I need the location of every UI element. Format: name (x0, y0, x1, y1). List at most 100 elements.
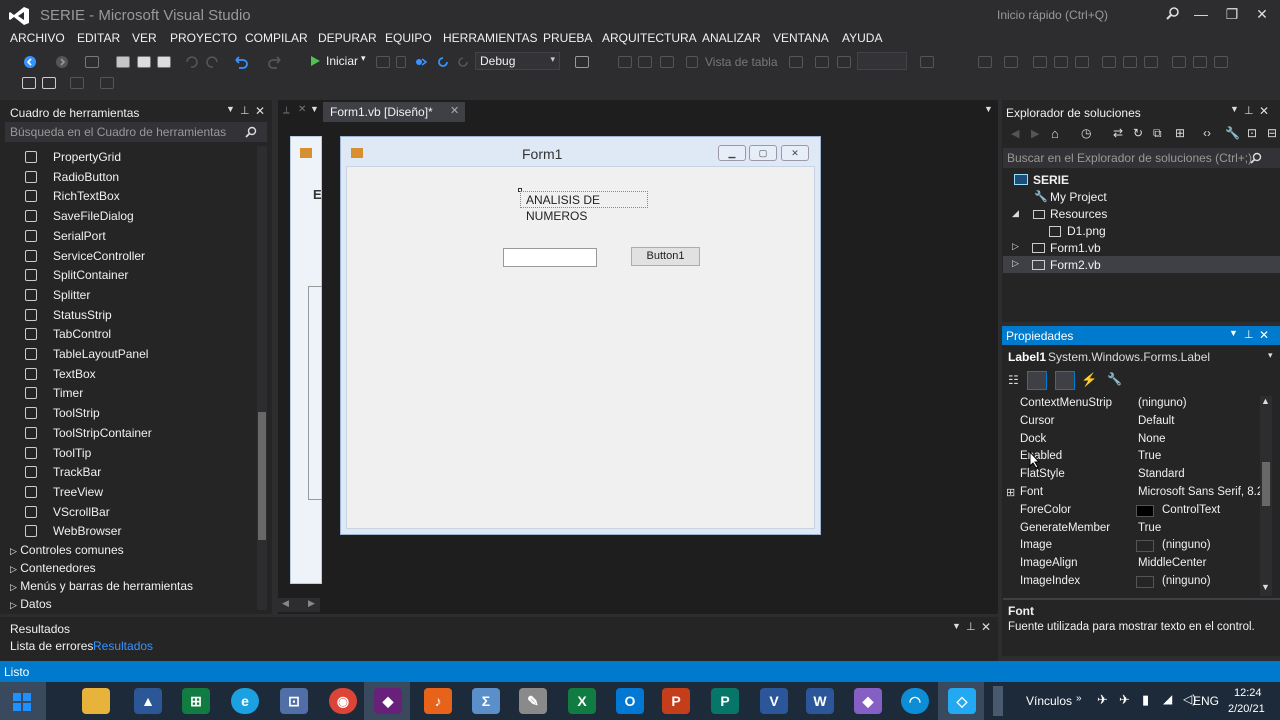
output-close-icon[interactable]: ✕ (981, 620, 991, 634)
new-project-icon[interactable] (85, 56, 99, 68)
group-controles-comunes[interactable]: ▷ Controles comunes (10, 543, 124, 557)
search-icon[interactable] (1166, 6, 1180, 20)
align-middle-icon[interactable] (1123, 56, 1137, 68)
format-icon-4[interactable] (789, 56, 803, 68)
output-menu-icon[interactable]: ▼ (952, 621, 961, 631)
file-explorer-icon[interactable] (82, 688, 110, 714)
prop-value[interactable]: Microsoft Sans Serif, 8.25 (1138, 486, 1270, 498)
se-item-form1[interactable]: Form1.vb (1050, 241, 1101, 255)
toolbox-item-treeview[interactable]: TreeView (22, 483, 258, 502)
prop-value[interactable]: Standard (1138, 468, 1185, 480)
toolbox-item-splitter[interactable]: Splitter (22, 286, 258, 305)
categorized-icon[interactable]: ☷ (1008, 373, 1019, 387)
prop-row-flatstyle[interactable]: FlatStyle Standard (1003, 466, 1261, 484)
prop-row-dock[interactable]: Dock None (1003, 431, 1261, 449)
menu-compilar[interactable]: COMPILAR (245, 31, 308, 45)
prop-row-forecolor[interactable]: ForeColor ControlText (1003, 502, 1261, 520)
redo-icon[interactable] (267, 54, 283, 70)
pin-icon[interactable]: ⊥ (240, 104, 250, 117)
toolbox-search-icon[interactable] (245, 126, 257, 138)
menu-depurar[interactable]: DEPURAR (318, 31, 377, 45)
prop-row-image[interactable]: Image (ninguno) (1003, 537, 1261, 555)
app-icon[interactable]: ♪ (424, 688, 452, 714)
minimize-icon[interactable]: — (1191, 4, 1211, 24)
menu-arquitectura[interactable]: ARQUITECTURA (602, 31, 697, 45)
prop-row-enabled[interactable]: Enabled True (1003, 448, 1261, 466)
menu-ver[interactable]: VER (132, 31, 157, 45)
attach-icon[interactable] (575, 56, 589, 68)
tray-network-icon[interactable]: ▮ (1142, 692, 1149, 708)
properties-view-icon[interactable] (1055, 371, 1075, 390)
start-dropdown-icon[interactable]: ▾ (361, 53, 366, 64)
start-play-icon[interactable] (309, 55, 321, 67)
save-icon[interactable] (137, 56, 151, 68)
menu-analizar[interactable]: ANALIZAR (702, 31, 761, 45)
se-item-form2[interactable]: Form2.vb (1050, 258, 1101, 272)
prop-value[interactable]: (ninguno) (1162, 575, 1211, 587)
props-scrollbar-thumb[interactable] (1262, 462, 1270, 506)
se-item-my-project[interactable]: My Project (1050, 190, 1107, 204)
browser-link-icon[interactable] (414, 55, 428, 69)
props-menu-icon[interactable]: ▼ (1229, 328, 1238, 338)
font-size-combo[interactable] (857, 52, 907, 70)
align-bottom-icon[interactable] (1144, 56, 1158, 68)
restore-icon[interactable]: ❐ (1222, 4, 1242, 24)
toolbox-item-splitcontainer[interactable]: SplitContainer (22, 266, 258, 285)
button1-control[interactable]: Button1 (631, 247, 700, 266)
pause-icon[interactable] (376, 56, 390, 68)
stop-icon[interactable] (396, 56, 406, 68)
collapsed-arrow-icon[interactable]: ▷ (1012, 258, 1019, 269)
toolbox-item-richtextbox[interactable]: RichTextBox (22, 187, 258, 206)
collapse-all-icon[interactable]: ⧉ (1153, 126, 1162, 141)
format-icon-2[interactable] (638, 56, 652, 68)
events-icon[interactable]: ⚡ (1081, 372, 1097, 388)
prop-row-imagealign[interactable]: ImageAlign MiddleCenter (1003, 555, 1261, 573)
toolbox-item-serialport[interactable]: SerialPort (22, 227, 258, 246)
se-pin-icon[interactable]: ⊥ (1244, 104, 1254, 117)
group-menus[interactable]: ▷ Menús y barras de herramientas (10, 579, 193, 593)
clock-date[interactable]: 2/20/21 (1228, 703, 1265, 715)
size-both-icon[interactable] (1214, 56, 1228, 68)
collapsed-arrow-icon[interactable]: ▷ (1012, 241, 1019, 252)
menu-proyecto[interactable]: PROYECTO (170, 31, 237, 45)
prop-value[interactable]: Default (1138, 415, 1174, 427)
prop-row-cursor[interactable]: Cursor Default (1003, 413, 1261, 431)
alphabetical-icon[interactable] (1027, 371, 1047, 390)
size-height-icon[interactable] (1193, 56, 1207, 68)
forward-icon[interactable] (55, 55, 69, 69)
label1-control[interactable]: ANALISIS DE NUMEROS (520, 191, 648, 223)
se-close-icon[interactable]: ✕ (1259, 104, 1269, 118)
show-all-files-icon[interactable]: ⊞ (1175, 126, 1185, 140)
size-width-icon[interactable] (1172, 56, 1186, 68)
form-minimize-icon[interactable]: ▁ (718, 145, 746, 161)
language-indicator[interactable]: ENG (1193, 694, 1219, 708)
sync-icon[interactable]: ⇄ (1113, 126, 1123, 140)
form-close-icon[interactable]: ✕ (781, 145, 809, 161)
toolbox-item-radiobutton[interactable]: RadioButton (22, 168, 258, 187)
redo-disabled-icon[interactable] (206, 55, 220, 69)
props-pin-icon[interactable]: ⊥ (1244, 328, 1254, 341)
properties-wrench-icon[interactable]: 🔧 (1225, 126, 1240, 140)
props-close-icon[interactable]: ✕ (1259, 328, 1269, 342)
panel-menu-icon[interactable]: ▼ (226, 104, 235, 114)
prop-value[interactable]: (ninguno) (1138, 397, 1187, 409)
se-forward-icon[interactable]: ▶ (1031, 127, 1039, 140)
layout-icon-1[interactable] (22, 77, 36, 89)
format-icon-3[interactable] (660, 56, 674, 68)
link-icon[interactable] (686, 56, 698, 68)
store-icon[interactable]: ⊞ (182, 688, 210, 714)
menu-archivo[interactable]: ARCHIVO (10, 31, 65, 45)
undo-disabled-icon[interactable] (184, 55, 198, 69)
format-icon-5[interactable] (815, 56, 829, 68)
menu-herramientas[interactable]: HERRAMIENTAS (443, 31, 537, 45)
pending-changes-icon[interactable]: ◷ (1081, 126, 1091, 140)
visual-studio-taskbar-icon[interactable]: ◆ (374, 688, 402, 714)
open-file-icon[interactable] (116, 56, 130, 68)
prop-value[interactable]: True (1138, 450, 1161, 462)
scroll-left-icon[interactable]: ◀ (282, 598, 289, 609)
tray-icon-2[interactable]: ✈ (1119, 692, 1130, 708)
expand-font-icon[interactable]: ⊞ (1006, 486, 1015, 499)
toolbox-item-vscrollbar[interactable]: VScrollBar (22, 503, 258, 522)
tab-x-icon[interactable]: ✕ (298, 104, 306, 115)
network-app-icon[interactable]: ⊡ (280, 688, 308, 714)
